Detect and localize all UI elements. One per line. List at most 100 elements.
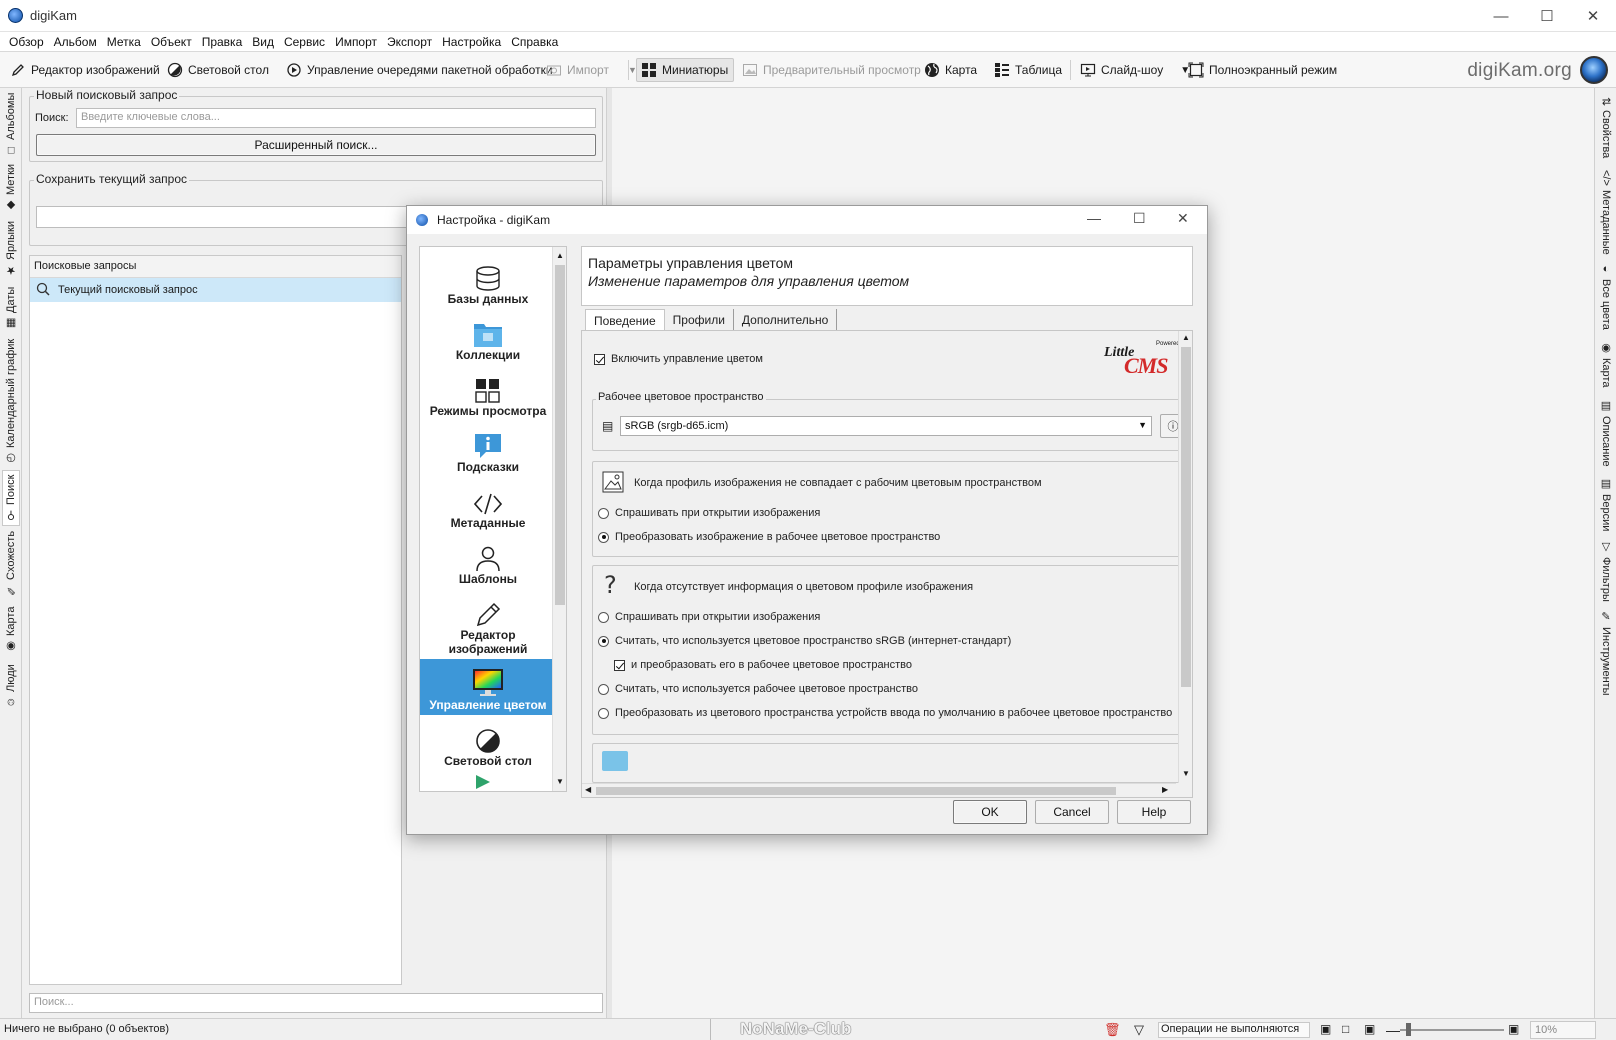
mismatch-convert-radio[interactable]: Преобразовать изображение в рабочее цвет… (598, 531, 940, 543)
menu-tools[interactable]: Сервис (279, 35, 330, 49)
close-button[interactable]: ✕ (1570, 0, 1616, 32)
tab-advanced[interactable]: Дополнительно (734, 309, 838, 331)
tab-metadata[interactable]: </> Метаданные (1597, 168, 1615, 256)
tab-filters[interactable]: ▽ Фильтры (1597, 538, 1615, 604)
thumbnails-label: Миниатюры (662, 63, 729, 77)
digikam-site-label: digiKam.org (1467, 60, 1572, 81)
map-button[interactable]: Карта (920, 58, 981, 82)
nav-scrollbar[interactable]: ▲ ▼ (552, 247, 566, 791)
assume-working-radio[interactable]: Считать, что используется рабочее цветов… (598, 683, 918, 695)
tab-similarity[interactable]: ✎ Схожесть (2, 528, 20, 600)
fullscreen-button[interactable]: Полноэкранный режим (1184, 58, 1341, 82)
list-item[interactable]: Текущий поисковый запрос (30, 278, 401, 302)
nav-item-color-management[interactable]: Управление цветом (420, 659, 556, 715)
table-button[interactable]: Таблица (990, 58, 1066, 82)
convert-input-radio[interactable]: Преобразовать из цветового пространства … (598, 707, 1172, 719)
nav-item-tooltips[interactable]: Подсказки (420, 421, 556, 477)
save-query-input[interactable] (36, 206, 416, 228)
nav-item-light-table[interactable]: Световой стол (420, 715, 556, 771)
light-table-button[interactable]: Световой стол (163, 58, 273, 82)
menu-help[interactable]: Справка (506, 35, 563, 49)
tab-albums[interactable]: □ Альбомы (2, 90, 20, 158)
cancel-button[interactable]: Cancel (1035, 800, 1109, 824)
minimize-button[interactable]: — (1478, 0, 1524, 32)
filter-search-input[interactable]: Поиск... (29, 993, 603, 1013)
tab-versions[interactable]: ▤ Версии (1597, 474, 1615, 534)
tab-map[interactable]: ◉ Карта (2, 602, 20, 658)
scroll-right-icon[interactable]: ▶ (1162, 785, 1168, 794)
slideshow-button[interactable]: Слайд-шоу ▼ (1076, 58, 1194, 82)
scroll-left-icon[interactable]: ◀ (585, 785, 591, 794)
scroll-up-icon[interactable]: ▲ (1182, 333, 1190, 342)
tab-people[interactable]: ☺ Люди (2, 660, 20, 712)
thumbnails-button[interactable]: Миниатюры (636, 58, 734, 82)
scroll-up-icon[interactable]: ▲ (556, 251, 564, 260)
search-input[interactable]: Введите ключевые слова... (76, 108, 596, 128)
preview-button[interactable]: Предварительный просмотр (738, 58, 925, 82)
filter-icon[interactable]: ▽ (1134, 1022, 1144, 1038)
zoom-box-icon[interactable]: □ (1342, 1022, 1349, 1036)
missing-ask-radio[interactable]: Спрашивать при открытии изображения (598, 611, 820, 623)
nav-item-views[interactable]: Режимы просмотра (420, 365, 556, 421)
zoom-in-icon[interactable]: ▣ (1508, 1022, 1519, 1036)
nav-item-metadata[interactable]: Метаданные (420, 477, 556, 533)
nav-item-collections[interactable]: Коллекции (420, 309, 556, 365)
tab-description[interactable]: ▤ Описание (1597, 396, 1615, 470)
tab-profiles[interactable]: Профили (665, 309, 734, 331)
menu-view[interactable]: Обзор (4, 35, 49, 49)
tab-labels[interactable]: ★ Ярлыки (2, 218, 20, 280)
nav-scrollbar-thumb[interactable] (555, 265, 565, 605)
menu-import[interactable]: Импорт (330, 35, 382, 49)
menu-item[interactable]: Объект (146, 35, 197, 49)
convert-to-workspace-checkbox[interactable]: и преобразовать его в рабочее цветовое п… (614, 659, 912, 671)
menu-view2[interactable]: Вид (247, 35, 279, 49)
ok-button[interactable]: OK (953, 800, 1027, 824)
menu-export[interactable]: Экспорт (382, 35, 437, 49)
vertical-scrollbar[interactable]: ▲ ▼ (1178, 331, 1192, 783)
tab-tags[interactable]: ◆ Метки (2, 160, 20, 216)
nav-item-databases[interactable]: Базы данных (420, 253, 556, 309)
zoom-fit-icon[interactable]: ▣ (1320, 1022, 1331, 1036)
zoom-slider[interactable] (1400, 1029, 1504, 1031)
tab-behavior[interactable]: Поведение (585, 309, 665, 331)
tab-dates[interactable]: ▦ Даты (2, 282, 20, 334)
enable-color-management-label: Включить управление цветом (611, 353, 763, 365)
menu-tag[interactable]: Метка (102, 35, 146, 49)
menu-album[interactable]: Альбом (49, 35, 102, 49)
enable-color-management-checkbox[interactable]: Включить управление цветом (594, 353, 763, 365)
workspace-profile-select[interactable]: sRGB (srgb-d65.icm) ▼ (620, 416, 1152, 436)
grid-icon (475, 379, 500, 403)
dialog-maximize-button[interactable]: ☐ (1133, 210, 1146, 227)
image-editor-button[interactable]: Редактор изображений (6, 58, 164, 82)
menu-settings[interactable]: Настройка (437, 35, 506, 49)
tab-tools[interactable]: ✎ Инструменты (1597, 608, 1615, 698)
dialog-close-button[interactable]: ✕ (1177, 210, 1189, 227)
tab-map-right[interactable]: ◉ Карта (1597, 336, 1615, 392)
zoom-slider-handle[interactable] (1406, 1023, 1411, 1036)
workspace-group-title: Рабочее цветовое пространство (596, 391, 766, 403)
tab-colors[interactable]: ◐ Все цвета (1597, 260, 1615, 332)
dialog-minimize-button[interactable]: — (1087, 210, 1101, 226)
help-button[interactable]: Help (1117, 800, 1191, 824)
tab-timeline[interactable]: ◷ Календарный график (2, 336, 20, 468)
zoom-out-icon[interactable]: — (1386, 1022, 1400, 1038)
import-button[interactable]: Импорт ▼ (542, 58, 641, 82)
horizontal-scrollbar-thumb[interactable] (596, 787, 1116, 795)
mismatch-ask-radio[interactable]: Спрашивать при открытии изображения (598, 507, 820, 519)
scroll-down-icon[interactable]: ▼ (1182, 769, 1190, 778)
vertical-scrollbar-thumb[interactable] (1181, 347, 1191, 687)
nav-item-templates[interactable]: Шаблоны (420, 533, 556, 589)
tab-properties[interactable]: ⇅ Свойства (1597, 92, 1615, 164)
advanced-search-button[interactable]: Расширенный поиск... (36, 134, 596, 156)
horizontal-scrollbar[interactable]: ◀ ▶ (582, 783, 1176, 797)
scroll-down-icon[interactable]: ▼ (556, 777, 564, 786)
batch-queue-button[interactable]: Управление очередями пакетной обработки (282, 58, 557, 82)
nav-item-image-editor[interactable]: Редактор изображений (420, 589, 556, 659)
trash-icon[interactable]: 🗑 (1104, 1022, 1121, 1038)
menu-edit[interactable]: Правка (197, 35, 248, 49)
maximize-button[interactable]: ☐ (1524, 0, 1570, 32)
zoom-reset-icon[interactable]: ▣ (1364, 1022, 1375, 1036)
tab-search[interactable]: ⚲ Поиск (2, 470, 20, 526)
assume-srgb-radio[interactable]: Считать, что используется цветовое прост… (598, 635, 1011, 647)
zoom-level-field[interactable]: 10% (1530, 1021, 1596, 1039)
